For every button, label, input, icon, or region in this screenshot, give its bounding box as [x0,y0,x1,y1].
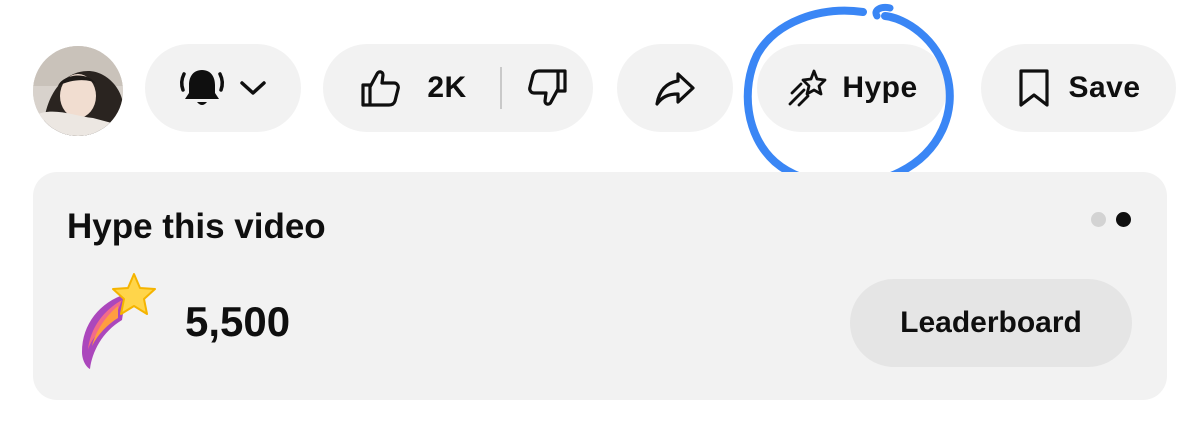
page-dot-active[interactable] [1116,212,1131,227]
thumbs-up-icon [361,70,401,107]
leaderboard-button[interactable]: Leaderboard [850,279,1132,367]
save-button[interactable]: Save [981,44,1176,132]
save-label: Save [1068,71,1141,104]
bell-icon [179,70,225,105]
hype-button[interactable]: Hype [757,44,947,132]
page-dot-inactive[interactable] [1091,212,1106,227]
share-arrow-icon [655,72,695,106]
like-divider [500,67,502,109]
hype-label: Hype [842,71,918,104]
channel-avatar[interactable] [33,46,123,136]
like-count: 2K [427,71,467,104]
chevron-down-icon [240,81,266,95]
bookmark-icon [1019,69,1050,107]
page-dots [1091,212,1131,227]
thumbs-down-icon [528,69,567,106]
avatar-photo [33,46,123,136]
card-title: Hype this video [67,207,326,246]
share-button[interactable] [617,44,733,132]
like-dislike-group: 2K [323,44,593,132]
hype-card: Hype this video 5,500 Leaderboard [33,172,1167,400]
dislike-button[interactable] [503,44,593,132]
hype-star-icon [788,69,827,107]
shooting-star-icon [82,273,156,369]
like-button[interactable]: 2K [323,44,503,132]
hype-points: 5,500 [185,298,291,345]
notification-bell-button[interactable] [145,44,301,132]
